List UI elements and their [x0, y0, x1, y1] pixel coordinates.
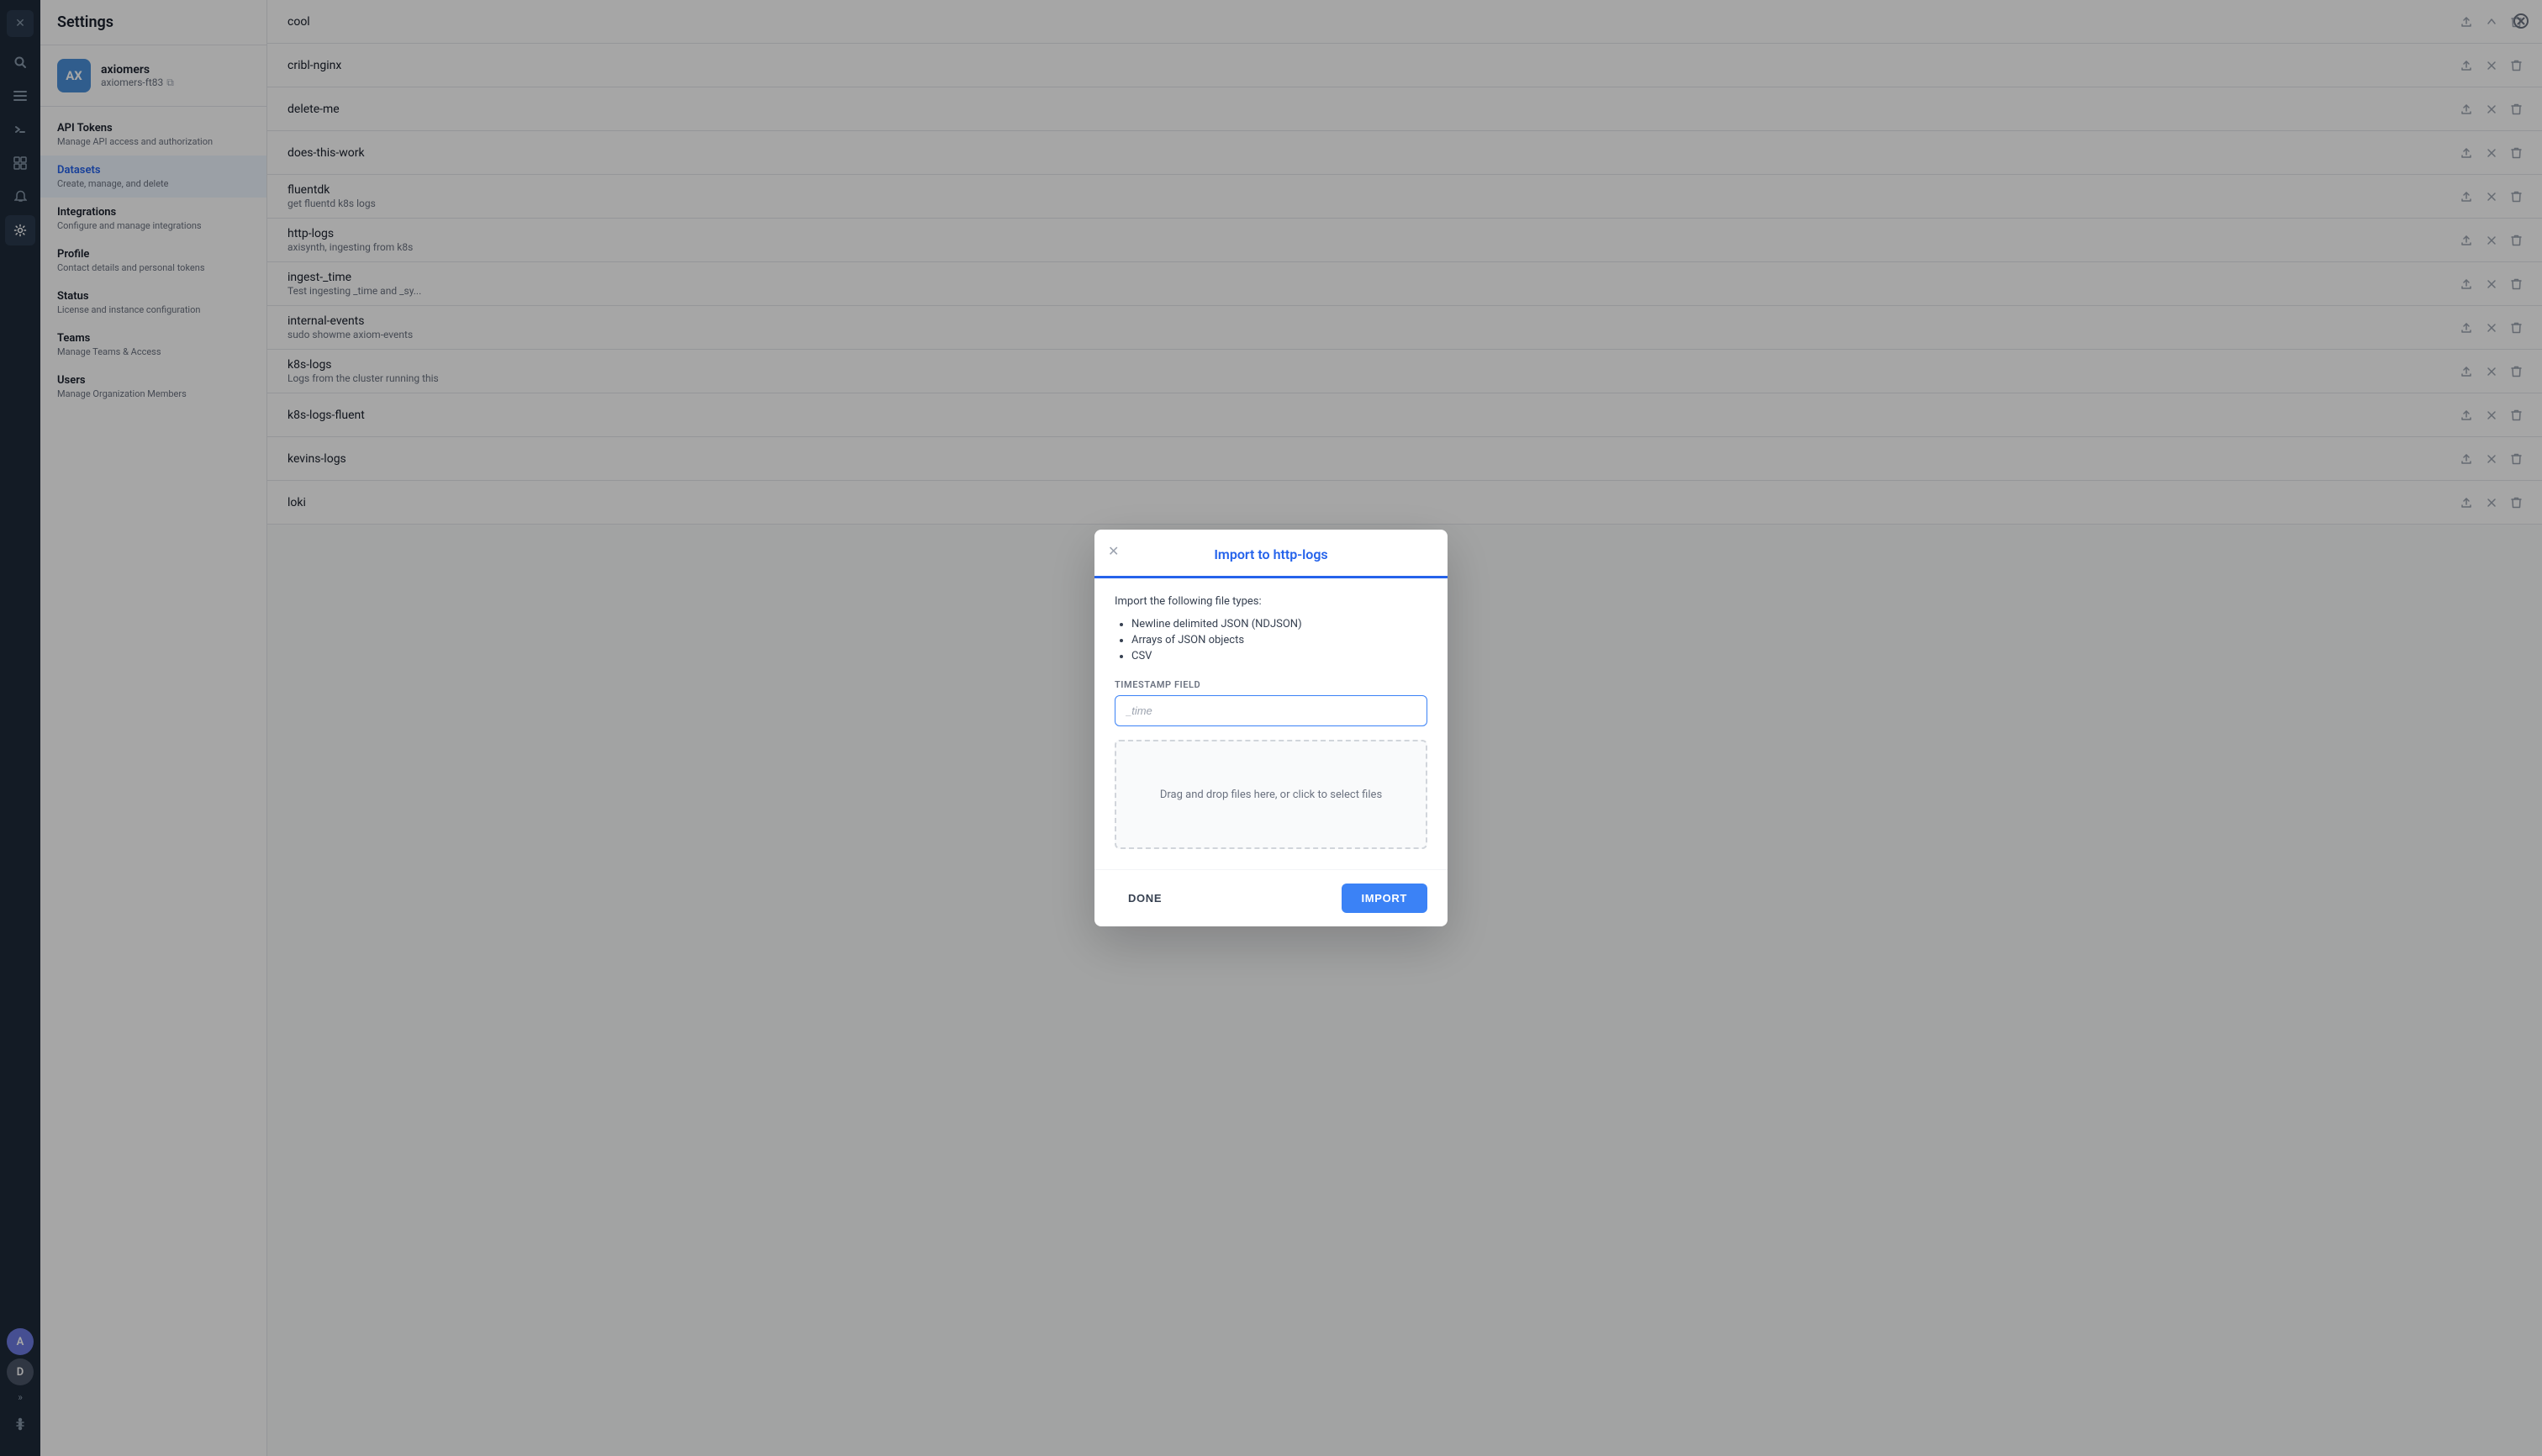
import-button[interactable]: IMPORT [1342, 884, 1427, 913]
file-type-arrays: Arrays of JSON objects [1131, 634, 1427, 646]
file-type-csv: CSV [1131, 650, 1427, 662]
file-type-ndjson: Newline delimited JSON (NDJSON) [1131, 618, 1427, 630]
modal-footer: DONE IMPORT [1094, 869, 1448, 926]
file-types-list: Newline delimited JSON (NDJSON) Arrays o… [1115, 618, 1427, 662]
modal-header: ✕ Import to http-logs [1094, 530, 1448, 578]
import-modal: ✕ Import to http-logs Import the followi… [1094, 530, 1448, 926]
timestamp-field-input[interactable] [1115, 695, 1427, 726]
modal-title: Import to http-logs [1115, 546, 1427, 562]
modal-close-button[interactable]: ✕ [1108, 543, 1119, 560]
drop-zone-text: Drag and drop files here, or click to se… [1160, 789, 1382, 801]
modal-intro: Import the following file types: [1115, 595, 1427, 608]
file-drop-zone[interactable]: Drag and drop files here, or click to se… [1115, 740, 1427, 849]
modal-body: Import the following file types: Newline… [1094, 578, 1448, 869]
modal-overlay[interactable]: ✕ Import to http-logs Import the followi… [0, 0, 2542, 1456]
done-button[interactable]: DONE [1115, 885, 1175, 911]
timestamp-field-label: TIMESTAMP FIELD [1115, 679, 1427, 690]
